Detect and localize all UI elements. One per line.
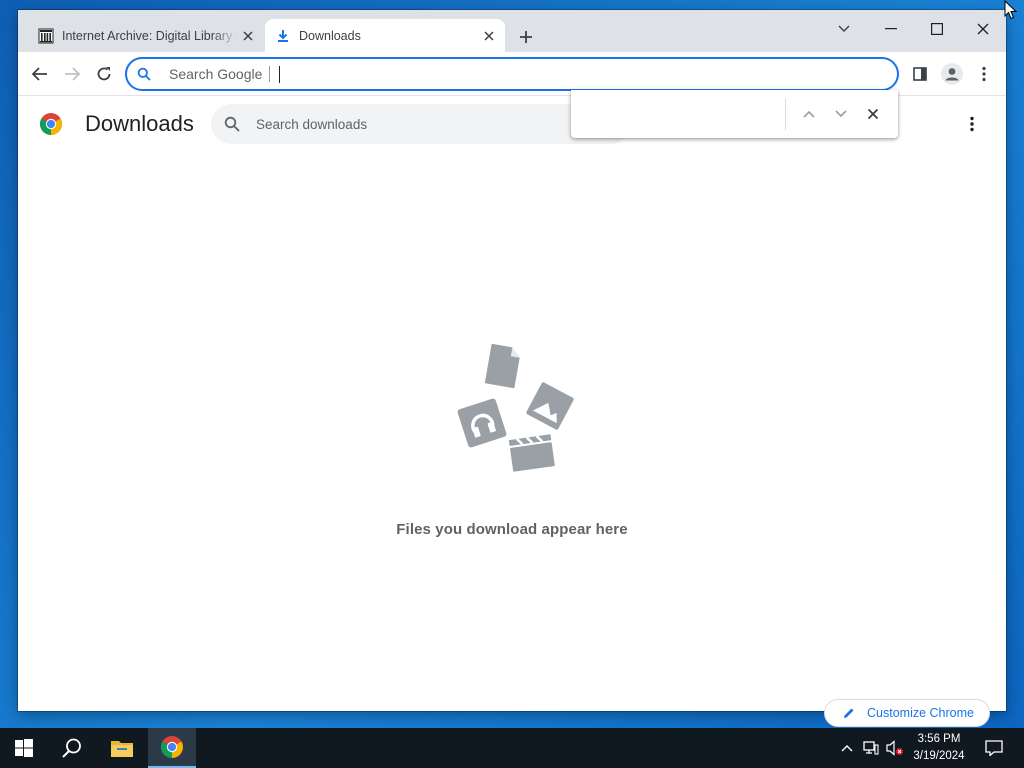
folder-icon <box>111 741 133 757</box>
downloads-search[interactable] <box>211 104 631 144</box>
tab-title: Downloads <box>299 28 361 43</box>
browser-window: Internet Archive: Digital Library of Fre… <box>18 10 1006 711</box>
text-caret <box>279 65 280 83</box>
close-icon[interactable] <box>479 26 499 46</box>
downloads-page: Downloads Search downloads Files you dow… <box>18 90 1006 711</box>
page-title: Downloads <box>85 111 194 136</box>
file-explorer-button[interactable] <box>98 728 146 768</box>
customize-chrome-button[interactable]: Customize Chrome <box>824 699 990 727</box>
forward-icon[interactable] <box>58 60 86 88</box>
profile-avatar-icon[interactable] <box>938 60 966 88</box>
back-icon[interactable] <box>26 60 54 88</box>
pencil-icon <box>843 706 857 720</box>
tab-strip: Internet Archive: Digital Library of Fre… <box>18 10 1006 52</box>
taskbar-search-button[interactable] <box>48 728 96 768</box>
chrome-icon <box>161 736 183 758</box>
system-clock[interactable]: 3:56 PM 3/19/2024 <box>905 731 973 767</box>
maximize-button[interactable] <box>914 14 960 44</box>
new-tab-button[interactable] <box>515 26 537 48</box>
chevron-up-icon[interactable] <box>797 102 821 126</box>
search-icon <box>224 115 242 133</box>
start-button[interactable] <box>0 728 48 768</box>
minimize-button[interactable] <box>868 14 914 44</box>
empty-downloads-illustration <box>448 332 578 492</box>
search-icon <box>137 66 153 82</box>
customize-chrome-label: Customize Chrome <box>867 706 974 720</box>
windows-icon <box>15 739 33 757</box>
separator <box>269 66 270 82</box>
empty-state-message: Files you download appear here <box>396 521 628 538</box>
clock-date: 3/19/2024 <box>913 750 965 762</box>
tab-title: Internet Archive: Digital Library of Fre… <box>62 28 238 43</box>
chrome-logo-icon <box>39 112 63 136</box>
chevron-up-icon[interactable] <box>838 728 856 768</box>
archive-icon <box>38 28 54 44</box>
tab-downloads[interactable]: Downloads <box>265 19 505 52</box>
find-input[interactable] <box>581 102 781 126</box>
chrome-taskbar-button[interactable] <box>148 728 196 768</box>
more-options-icon[interactable] <box>960 112 984 136</box>
address-input[interactable] <box>169 66 269 82</box>
download-icon <box>275 28 291 44</box>
close-icon[interactable] <box>238 26 258 46</box>
find-bar <box>571 90 898 138</box>
clock-time: 3:56 PM <box>917 733 961 745</box>
close-window-button[interactable] <box>960 14 1006 44</box>
find-separator <box>785 98 786 130</box>
address-bar[interactable] <box>125 57 899 91</box>
search-icon <box>62 738 81 758</box>
reload-icon[interactable] <box>90 60 118 88</box>
chevron-down-icon[interactable] <box>821 14 867 44</box>
volume-muted-icon[interactable] <box>884 728 906 768</box>
downloads-search-input[interactable] <box>256 116 556 132</box>
mouse-pointer-icon <box>1004 0 1018 20</box>
close-icon[interactable] <box>861 102 885 126</box>
notification-icon[interactable] <box>978 728 1010 768</box>
taskbar: 3:56 PM 3/19/2024 <box>0 728 1024 768</box>
network-icon[interactable] <box>860 728 882 768</box>
menu-icon[interactable] <box>970 60 998 88</box>
side-panel-icon[interactable] <box>906 60 934 88</box>
chevron-down-icon[interactable] <box>829 102 853 126</box>
tab-internet-archive[interactable]: Internet Archive: Digital Library of Fre… <box>28 19 264 52</box>
